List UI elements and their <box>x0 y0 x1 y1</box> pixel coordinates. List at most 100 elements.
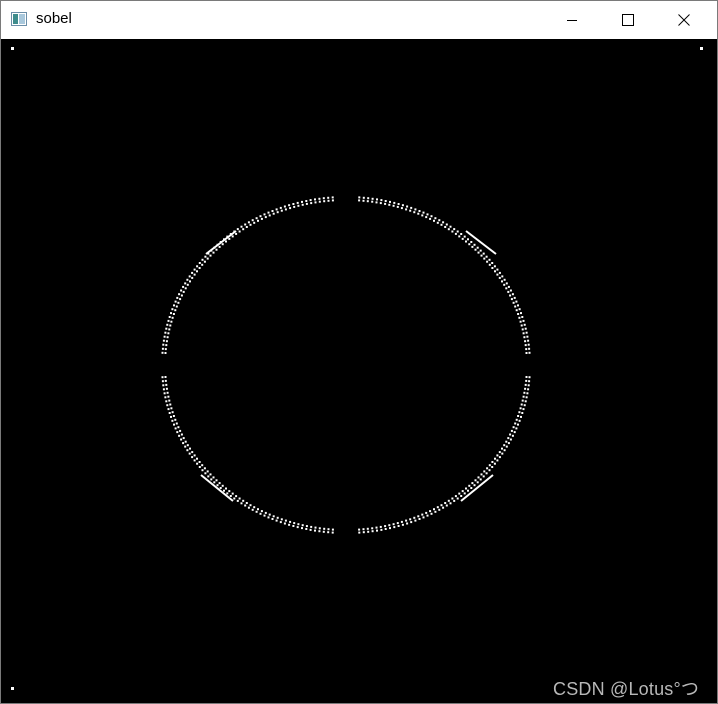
edge-pixel <box>518 316 521 319</box>
edge-pixel <box>389 200 391 203</box>
edge-pixel <box>257 508 259 511</box>
edge-pixel <box>456 230 459 233</box>
edge-pixel <box>521 399 524 402</box>
edge-pixel <box>507 285 510 288</box>
minimize-button[interactable] <box>549 1 595 39</box>
edge-pixel <box>169 324 172 327</box>
edge-pixel <box>524 340 527 343</box>
edge-pixel <box>186 283 189 286</box>
edge-pixel <box>212 251 215 254</box>
close-button[interactable] <box>661 1 707 39</box>
edge-pixel <box>440 223 443 226</box>
edge-pixel <box>453 228 456 231</box>
edge-pixel <box>178 434 181 437</box>
edge-pixel <box>292 203 295 205</box>
edge-pixel <box>496 273 499 276</box>
edge-pixel <box>296 526 299 529</box>
edge-pixel <box>174 427 177 430</box>
edge-pixel <box>520 324 523 327</box>
edge-pixel <box>409 209 412 212</box>
edge-pixel <box>162 343 165 346</box>
edge-pixel <box>201 263 204 266</box>
edge-pixel <box>477 251 480 254</box>
edge-pixel <box>228 237 231 240</box>
edge-pixel <box>396 522 399 525</box>
edge-pixel <box>225 240 227 243</box>
edge-pixel <box>496 454 499 457</box>
edge-pixel <box>279 521 282 524</box>
edge-pixel <box>165 327 168 330</box>
edge-pixel <box>275 208 278 211</box>
close-icon <box>678 14 690 26</box>
edge-pixel <box>509 433 512 436</box>
edge-pixel <box>276 211 279 214</box>
edge-pixel <box>460 495 463 497</box>
edge-pixel <box>521 412 524 414</box>
edge-pixel <box>523 404 526 407</box>
edge-pixel <box>362 528 365 531</box>
edge-pixel <box>488 469 491 472</box>
edge-pixel <box>389 527 391 530</box>
edge-pixel <box>367 530 370 533</box>
edge-pixel <box>366 527 369 530</box>
edge-pixel <box>465 487 467 490</box>
edge-pixel <box>527 343 530 346</box>
edge-pixel <box>406 522 409 525</box>
edge-pixel <box>524 400 527 403</box>
edge-pixel <box>367 197 370 200</box>
edge-pixel <box>460 233 463 235</box>
edge-pixel <box>371 527 374 530</box>
edge-pixel <box>171 419 174 422</box>
edge-pixel <box>231 235 234 238</box>
edge-pixel <box>358 531 361 534</box>
edge-pixel <box>517 304 519 307</box>
edge-pixel <box>505 287 508 290</box>
maximize-button[interactable] <box>605 1 651 39</box>
edge-pixel <box>253 506 256 509</box>
edge-pixel <box>438 508 441 511</box>
edge-pixel <box>477 476 480 479</box>
edge-pixel <box>413 211 416 214</box>
edge-pixel <box>406 205 409 208</box>
edge-pixel <box>215 248 218 251</box>
edge-pixel <box>167 408 170 411</box>
edge-pixel <box>174 309 177 312</box>
edge-pixel <box>235 232 238 235</box>
edge-pixel <box>167 395 170 398</box>
edge-pixel <box>514 422 517 425</box>
edge-pixel <box>238 230 241 233</box>
edge-pixel <box>527 339 530 342</box>
edge-pixel <box>318 530 321 533</box>
edge-pixel <box>515 418 518 421</box>
edge-pixel <box>189 447 191 450</box>
edge-pixel <box>524 383 527 386</box>
edge-pixel <box>507 290 510 293</box>
edge-pixel <box>447 499 450 502</box>
edge-pixel <box>498 456 501 459</box>
edge-pixel <box>175 305 178 308</box>
edge-pixel <box>485 255 488 258</box>
edge-pixel <box>267 516 270 519</box>
edge-pixel <box>186 444 189 447</box>
edge-pixel <box>193 459 196 462</box>
edge-pixel <box>331 196 334 199</box>
edge-pixel <box>271 518 274 520</box>
edge-pixel <box>191 451 194 454</box>
edge-pixel <box>251 219 254 222</box>
edge-pixel <box>426 514 429 517</box>
edge-pixel <box>218 482 221 485</box>
edge-pixel <box>509 294 512 297</box>
edge-pixel <box>165 340 168 343</box>
edge-pixel <box>198 466 201 468</box>
edge-pixel <box>297 204 300 207</box>
edge-pixel <box>165 400 168 403</box>
edge-pixel <box>467 238 469 241</box>
edge-pixel <box>525 376 528 378</box>
title-bar[interactable]: sobel <box>1 1 717 39</box>
edge-pixel <box>170 407 173 410</box>
edge-pixel <box>172 415 175 417</box>
edge-pixel <box>182 442 185 445</box>
edge-pixel <box>451 230 454 233</box>
edge-pixel <box>493 265 496 268</box>
edge-pixel <box>396 205 399 208</box>
